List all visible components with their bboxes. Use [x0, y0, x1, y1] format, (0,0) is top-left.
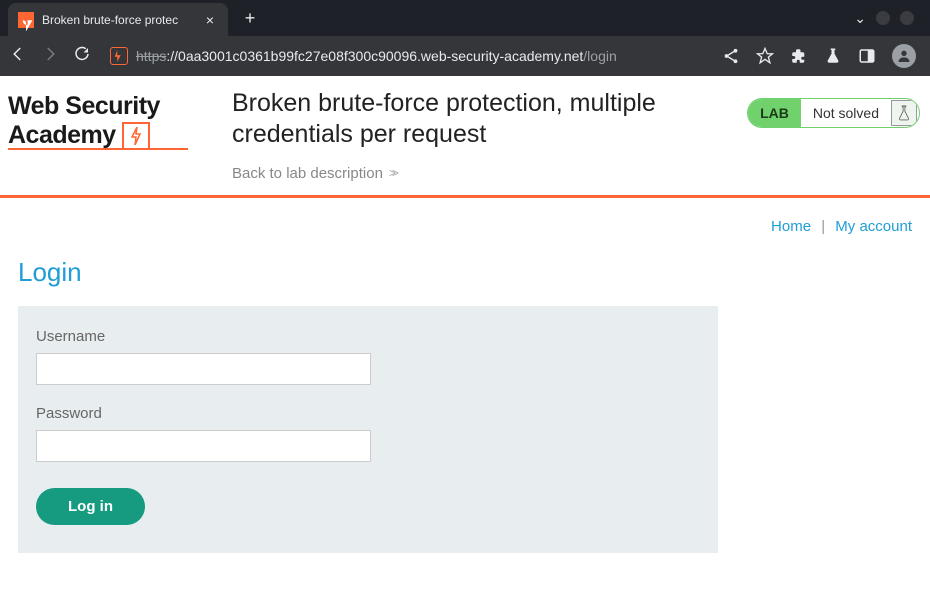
favicon-icon — [18, 12, 34, 28]
window-control[interactable] — [900, 11, 914, 25]
browser-chrome: Broken brute-force protec × + ⌄ https://… — [0, 0, 930, 76]
close-icon[interactable]: × — [202, 12, 218, 28]
status-text: Not solved — [801, 105, 891, 121]
nav-home[interactable]: Home — [771, 218, 811, 235]
password-label: Password — [36, 405, 700, 422]
share-icon[interactable] — [722, 47, 740, 65]
password-input[interactable] — [36, 430, 371, 462]
top-nav: Home | My account — [18, 218, 912, 235]
logo-text-2: Academy — [8, 121, 116, 150]
back-link[interactable]: Back to lab description >> — [232, 165, 395, 182]
labs-icon[interactable] — [824, 47, 842, 65]
sidepanel-icon[interactable] — [858, 47, 876, 65]
logo-line-1: Web Security — [8, 92, 208, 121]
bookmark-icon[interactable] — [756, 47, 774, 65]
lab-badge: LAB — [748, 99, 801, 127]
toolbar-right — [722, 44, 922, 68]
tab-bar: Broken brute-force protec × + ⌄ — [0, 0, 930, 36]
browser-tab[interactable]: Broken brute-force protec × — [8, 3, 228, 37]
back-button[interactable] — [8, 45, 28, 68]
logo[interactable]: Web Security Academy — [8, 88, 208, 150]
tab-bar-right: ⌄ — [854, 10, 922, 27]
logo-bolt-icon — [122, 122, 150, 150]
lab-header: Web Security Academy Broken brute-force … — [0, 76, 930, 195]
content: Home | My account Login Username Passwor… — [0, 198, 930, 573]
extensions-icon[interactable] — [790, 47, 808, 65]
window-control[interactable] — [876, 11, 890, 25]
flask-icon — [891, 100, 917, 126]
username-label: Username — [36, 328, 700, 345]
url-protocol: https — [136, 48, 166, 64]
nav-my-account[interactable]: My account — [835, 218, 912, 235]
tab-title: Broken brute-force protec — [42, 13, 194, 27]
login-heading: Login — [18, 257, 912, 288]
nav-separator: | — [821, 218, 825, 235]
url-path: /login — [583, 48, 616, 64]
site-info-icon[interactable] — [110, 47, 128, 65]
chevron-right-icon: >> — [389, 166, 395, 180]
forward-button[interactable] — [40, 45, 60, 68]
url-text: https://0aa3001c0361b99fc27e08f300c90096… — [136, 48, 617, 64]
back-link-text: Back to lab description — [232, 165, 383, 182]
address-bar[interactable]: https://0aa3001c0361b99fc27e08f300c90096… — [104, 42, 710, 70]
logo-line-2: Academy — [8, 121, 208, 150]
profile-icon[interactable] — [892, 44, 916, 68]
browser-toolbar: https://0aa3001c0361b99fc27e08f300c90096… — [0, 36, 930, 76]
new-tab-button[interactable]: + — [236, 8, 264, 29]
reload-button[interactable] — [72, 45, 92, 68]
chevron-down-icon[interactable]: ⌄ — [854, 10, 866, 27]
login-button[interactable]: Log in — [36, 488, 145, 525]
username-input[interactable] — [36, 353, 371, 385]
page-content: Web Security Academy Broken brute-force … — [0, 76, 930, 603]
lab-status: LAB Not solved — [747, 98, 920, 128]
login-form: Username Password Log in — [18, 306, 718, 553]
url-host: ://0aa3001c0361b99fc27e08f300c90096.web-… — [166, 48, 583, 64]
